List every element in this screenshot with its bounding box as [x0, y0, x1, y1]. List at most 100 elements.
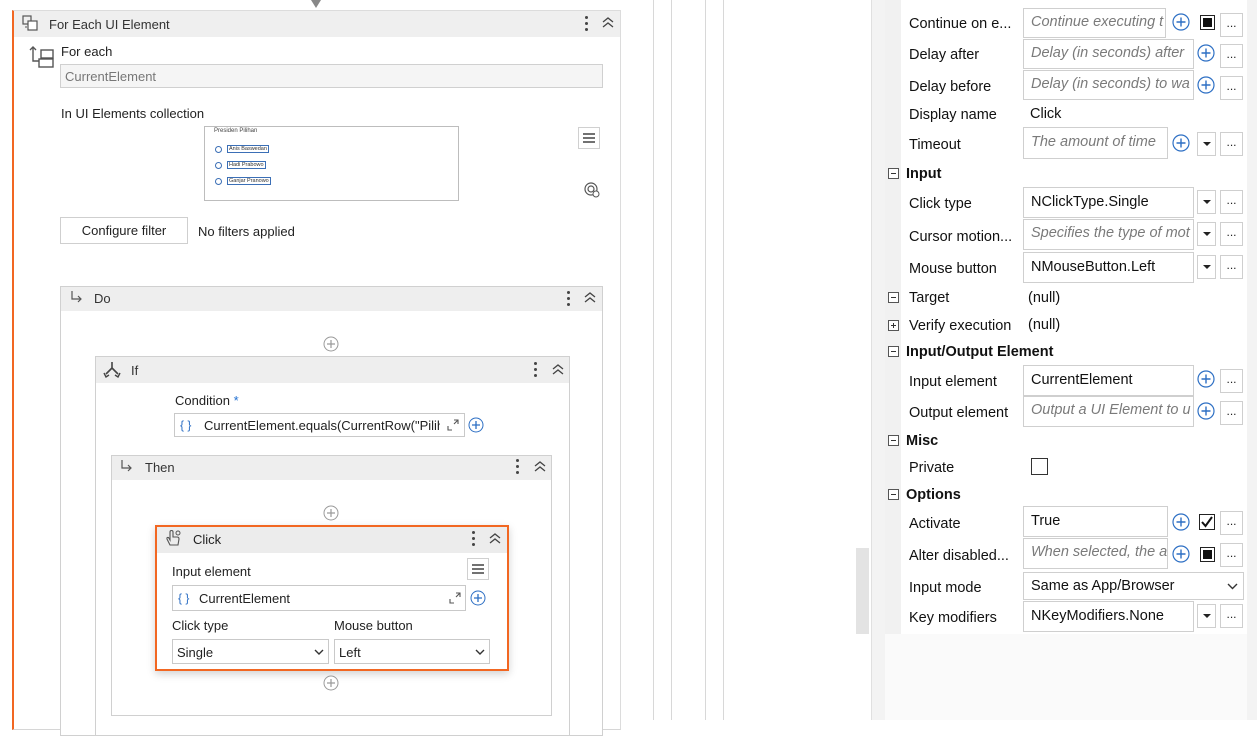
collapse-input-output-section-icon[interactable] — [888, 346, 899, 357]
click-input-plus-icon[interactable] — [470, 590, 486, 606]
prop-activate-label: Activate — [909, 516, 961, 532]
if-menu-icon[interactable] — [534, 362, 538, 380]
prop-continue-on-error-more-button[interactable]: ... — [1220, 13, 1243, 37]
expand-verify-execution-icon[interactable] — [888, 320, 899, 331]
do-collapse-icon[interactable] — [584, 292, 596, 303]
prop-timeout-more-button[interactable]: ... — [1220, 132, 1243, 156]
prop-mouse-button-input[interactable]: NMouseButton.Left — [1023, 252, 1194, 283]
prop-output-element-input[interactable]: Output a UI Element to u — [1023, 396, 1194, 427]
do-header[interactable] — [61, 287, 602, 311]
condition-expression-input[interactable]: { } CurrentElement.equals(CurrentRow("Pi… — [174, 413, 465, 437]
prop-alter-disabled-more-button[interactable]: ... — [1220, 543, 1243, 567]
then-bottom-add-plus-icon[interactable] — [323, 675, 339, 691]
mouse-button-label: Mouse button — [334, 618, 413, 633]
prop-display-name-label: Display name — [909, 107, 997, 123]
condition-add-plus-icon[interactable] — [468, 417, 484, 433]
prop-activate-more-button[interactable]: ... — [1220, 511, 1243, 535]
prop-delay-after-more-button[interactable]: ... — [1220, 44, 1243, 68]
prop-click-type-input[interactable]: NClickType.Single — [1023, 187, 1194, 218]
click-input-element-field[interactable]: { } CurrentElement — [172, 585, 466, 611]
target-settings-icon[interactable] — [583, 181, 600, 198]
prop-input-mode-value: Same as App/Browser — [1031, 578, 1175, 594]
prop-input-mode-label: Input mode — [909, 580, 982, 596]
prop-input-element-input[interactable]: CurrentElement — [1023, 365, 1194, 396]
then-add-plus-icon[interactable] — [323, 505, 339, 521]
prop-delay-before-plus-icon[interactable] — [1197, 76, 1215, 94]
prop-key-modifiers-more-button[interactable]: ... — [1220, 604, 1243, 628]
click-input-menu-button[interactable] — [467, 558, 489, 580]
collection-menu-button[interactable] — [578, 127, 600, 149]
prop-activate-input[interactable]: True — [1023, 506, 1168, 537]
item-name-value: CurrentElement — [65, 69, 157, 84]
prop-key-modifiers-dropdown-button[interactable] — [1197, 604, 1216, 628]
collapse-misc-section-icon[interactable] — [888, 435, 899, 446]
expand-editor-icon[interactable] — [447, 419, 459, 431]
prop-alter-disabled-plus-icon[interactable] — [1172, 545, 1190, 563]
prop-output-element-more-button[interactable]: ... — [1220, 401, 1243, 425]
scrollbar-thumb[interactable] — [856, 548, 869, 634]
if-header[interactable] — [96, 357, 569, 383]
prop-cursor-motion-input[interactable]: Specifies the type of mot — [1023, 219, 1194, 250]
prop-click-type-more-button[interactable]: ... — [1220, 190, 1243, 214]
prop-cursor-motion-more-button[interactable]: ... — [1220, 222, 1243, 246]
do-menu-icon[interactable] — [567, 291, 571, 309]
preview-heading: Presiden Pilihan — [214, 128, 258, 134]
prop-continue-on-error-input[interactable]: Continue executing t — [1023, 8, 1166, 38]
prop-activate-checkbox[interactable] — [1199, 514, 1215, 530]
prop-timeout-plus-icon[interactable] — [1172, 134, 1190, 152]
prop-cursor-motion-dropdown-button[interactable] — [1197, 222, 1216, 246]
prop-timeout-dropdown-button[interactable] — [1197, 132, 1216, 156]
prop-timeout-input[interactable]: The amount of time — [1023, 127, 1168, 159]
prop-mouse-button-more-button[interactable]: ... — [1220, 255, 1243, 279]
prop-alter-disabled-input[interactable]: When selected, the a — [1023, 538, 1168, 569]
prop-display-name-value[interactable]: Click — [1030, 106, 1061, 122]
then-header[interactable] — [112, 456, 551, 480]
for-each-title: For Each UI Element — [49, 17, 170, 32]
prop-verify-execution-label: Verify execution — [909, 318, 1012, 334]
chevron-down-icon — [475, 649, 485, 656]
prop-delay-after-plus-icon[interactable] — [1197, 44, 1215, 62]
prop-alter-disabled-label: Alter disabled... — [909, 548, 1009, 564]
prop-alter-disabled-checkbox[interactable] — [1200, 547, 1215, 562]
configure-filter-button[interactable]: Configure filter — [60, 217, 188, 244]
if-collapse-icon[interactable] — [552, 364, 564, 375]
prop-private-checkbox[interactable] — [1031, 458, 1048, 475]
click-collapse-icon[interactable] — [489, 533, 501, 544]
prop-continue-on-error-checkbox[interactable] — [1200, 15, 1215, 30]
click-menu-icon[interactable] — [472, 531, 476, 549]
collapse-target-icon[interactable] — [888, 292, 899, 303]
for-each-menu-icon[interactable] — [585, 16, 589, 34]
prop-input-element-more-button[interactable]: ... — [1220, 369, 1243, 393]
click-type-select[interactable]: Single — [172, 639, 329, 664]
chevron-down-icon — [314, 649, 324, 656]
prop-click-type-label: Click type — [909, 196, 972, 212]
click-title: Click — [193, 532, 222, 547]
prop-key-modifiers-input[interactable]: NKeyModifiers.None — [1023, 601, 1194, 632]
click-hand-icon — [164, 529, 182, 547]
add-activity-plus-icon[interactable] — [323, 336, 339, 352]
collection-preview-image[interactable]: Presiden Pilihan Anis Baswedan Hadi Prab… — [204, 126, 459, 201]
then-menu-icon[interactable] — [516, 459, 520, 477]
expand-editor-icon[interactable] — [449, 592, 461, 604]
prop-verify-execution-value[interactable]: (null) — [1028, 317, 1060, 333]
prop-delay-after-label: Delay after — [909, 47, 980, 63]
prop-input-mode-select[interactable]: Same as App/Browser — [1023, 572, 1244, 600]
prop-mouse-button-dropdown-button[interactable] — [1197, 255, 1216, 279]
then-collapse-icon[interactable] — [534, 461, 546, 472]
for-each-item-name-input[interactable]: CurrentElement — [60, 64, 603, 88]
mouse-button-select[interactable]: Left — [334, 639, 490, 664]
prop-delay-before-more-button[interactable]: ... — [1220, 76, 1243, 100]
collapse-options-section-icon[interactable] — [888, 489, 899, 500]
prop-delay-after-input[interactable]: Delay (in seconds) after — [1023, 39, 1194, 69]
prop-delay-before-input[interactable]: Delay (in seconds) to wa — [1023, 70, 1194, 100]
prop-output-element-plus-icon[interactable] — [1197, 402, 1215, 420]
prop-target-value[interactable]: (null) — [1028, 290, 1060, 306]
for-each-collapse-icon[interactable] — [602, 17, 614, 28]
prop-continue-on-error-plus-icon[interactable] — [1172, 13, 1190, 31]
prop-input-element-plus-icon[interactable] — [1197, 370, 1215, 388]
collapse-input-section-icon[interactable] — [888, 168, 899, 179]
incoming-arrow — [311, 0, 321, 8]
prop-mouse-button-label: Mouse button — [909, 261, 997, 277]
prop-activate-plus-icon[interactable] — [1172, 513, 1190, 531]
prop-click-type-dropdown-button[interactable] — [1197, 190, 1216, 214]
